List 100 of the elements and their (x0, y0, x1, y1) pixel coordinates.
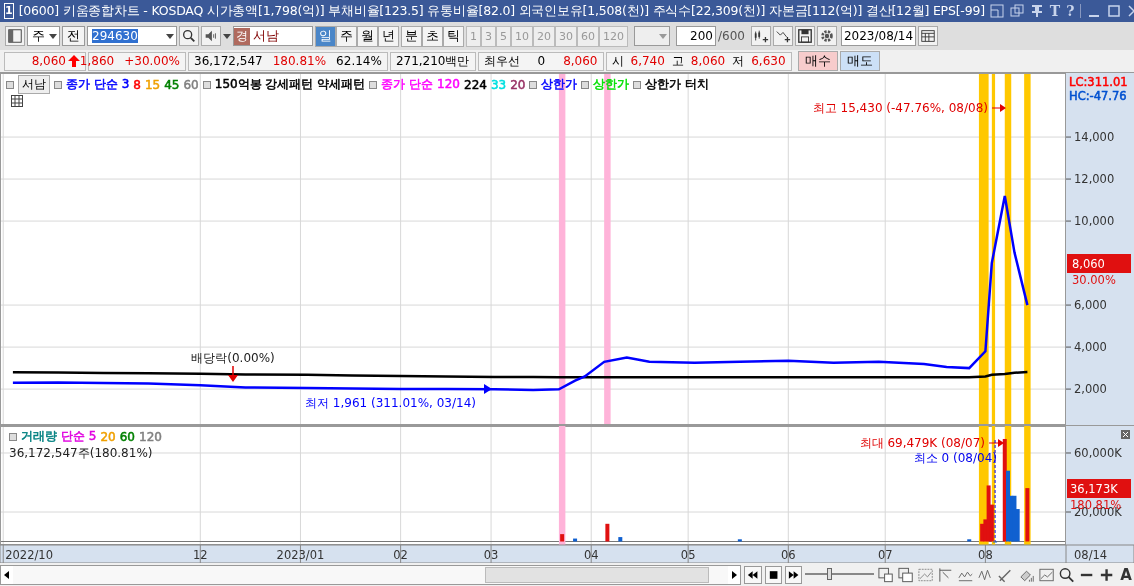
calendar-icon[interactable] (918, 26, 939, 46)
volume-bar (618, 537, 623, 542)
low-price: 6,630 (751, 54, 786, 68)
slider-thumb[interactable] (826, 567, 832, 580)
end-date-label: 08/14 (1074, 548, 1108, 562)
low-label: 저 (732, 52, 745, 70)
price-tag: 8,060 (1067, 254, 1131, 273)
grid-icon[interactable] (11, 95, 23, 107)
speaker-icon[interactable] (201, 26, 221, 46)
axis-label: 12,000 (1074, 172, 1115, 187)
rewind-icon[interactable] (744, 565, 762, 584)
layout-icon[interactable] (989, 4, 1004, 18)
title-bar-button[interactable]: T (1049, 3, 1061, 19)
pointer-arrow (988, 439, 1004, 447)
change-value: 1,860 (79, 54, 115, 68)
toggle-square-icon[interactable] (202, 80, 211, 89)
line-add-icon[interactable] (772, 26, 793, 46)
stock-name: 서남 (253, 27, 279, 45)
maximize-icon[interactable] (1107, 4, 1122, 18)
axis-label: 60,000K (1074, 446, 1122, 460)
best-bid-label: 최우선 (483, 52, 520, 70)
period-tab[interactable]: 틱 (443, 25, 464, 47)
toggle-square-icon[interactable] (369, 80, 378, 89)
period-tab[interactable]: 월 (357, 25, 378, 47)
toggle-square-icon[interactable] (9, 432, 17, 441)
period-tab[interactable]: 년 (378, 25, 399, 47)
volume-bar (560, 534, 565, 542)
period-tab[interactable]: 일 (315, 25, 336, 47)
stop-icon[interactable] (764, 565, 782, 584)
best-bid-price: 8,060 (563, 54, 598, 68)
axis-label: 14,000 (1074, 130, 1115, 145)
tick-marks (1065, 452, 1072, 513)
toggle-square-icon[interactable] (6, 80, 14, 89)
exchange-badge: 경 (234, 27, 250, 45)
low-price-label: 최저 1,961 (311.01%, 03/14) (305, 396, 476, 410)
volume-summary: 36,172,547주(180.81%) (9, 445, 154, 462)
change-rate: +30.00% (124, 54, 180, 68)
previous-button[interactable]: 전 (62, 26, 85, 46)
scroll-thumb[interactable] (485, 566, 709, 583)
axis-label: 06 (781, 548, 796, 562)
volume-bar (967, 539, 972, 542)
volume-bar (737, 539, 742, 542)
high-price: 8,060 (690, 54, 726, 68)
pin-icon[interactable] (1029, 4, 1044, 18)
legend-label: 15 (144, 77, 161, 92)
zoom-slider[interactable] (805, 566, 874, 583)
axis-label: 12 (193, 548, 208, 562)
toggle-square-icon[interactable] (54, 80, 62, 89)
legend-label: 224 (464, 77, 487, 92)
volume-rate: 180.81% (272, 54, 327, 68)
caret-icon[interactable] (223, 33, 231, 39)
axis-label: 04 (583, 548, 599, 562)
open-price: 6,740 (630, 54, 665, 68)
toggle-square-icon[interactable] (581, 80, 590, 89)
period-tab[interactable]: 초 (422, 25, 443, 47)
legend-label: 20 (510, 77, 526, 92)
change-rate-label: 30.00% (1072, 273, 1116, 287)
text-tool-button[interactable]: A (1118, 565, 1134, 584)
legend-label: 상한가 (541, 76, 578, 93)
settings-icon[interactable] (816, 26, 837, 46)
legend-label: 상한가 터치 (645, 76, 710, 93)
fast-forward-icon[interactable] (784, 565, 803, 584)
legend-label: 단순 5 (61, 428, 97, 445)
event-label: 배당락(0.00%) (191, 351, 275, 365)
stock-code-field[interactable]: 294630 (87, 26, 177, 46)
down-arrow (228, 365, 238, 382)
price-value: 8,060 (31, 54, 66, 68)
period-tab[interactable]: 분 (401, 25, 422, 47)
date-field[interactable]: 2023/08/14 (840, 26, 917, 46)
volume-tag: 36,173K (1067, 479, 1131, 498)
toggle-square-icon[interactable] (633, 80, 642, 89)
stock-name-field[interactable]: 경 서남 (233, 26, 313, 46)
search-icon[interactable] (1057, 565, 1076, 584)
axis-label: 6,000 (1074, 298, 1107, 313)
buy-button[interactable]: 매수 (797, 51, 838, 71)
count-field[interactable]: 200 (676, 26, 716, 46)
axis-stat-label: HC:-47.76 (1069, 89, 1127, 103)
scroll-right-icon[interactable] (728, 565, 741, 584)
pointer-arrow (991, 104, 1006, 112)
market-dropdown[interactable]: 주 (27, 26, 60, 46)
window-number-badge: 1 (4, 3, 14, 19)
title-bar-button[interactable]: ? (1066, 3, 1075, 19)
horizontal-scrollbar[interactable] (0, 564, 742, 585)
toggle-square-icon[interactable] (529, 80, 538, 89)
overlay-window-icon[interactable] (876, 565, 894, 584)
scroll-left-icon[interactable] (1, 565, 13, 584)
windows-icon[interactable] (1009, 4, 1024, 18)
axis-label: 2,000 (1074, 382, 1107, 397)
volume-bar (573, 538, 578, 542)
split-window-icon[interactable] (896, 565, 914, 584)
sell-button[interactable]: 매도 (839, 51, 880, 71)
candle-add-icon[interactable] (750, 26, 771, 46)
search-icon[interactable] (179, 26, 199, 46)
period-tab[interactable]: 주 (336, 25, 357, 47)
max-count-label: /600 (718, 29, 745, 43)
stock-name-tag: 서남 (18, 75, 50, 94)
save-icon[interactable] (794, 26, 815, 46)
interval-dropdown[interactable] (634, 26, 670, 46)
window-title: [0600] 키움종합차트 - KOSDAQ 시가총액[1,798(억)] 부채비율[123.5] 유통비율[82.0] 외국인보유[1,508(천)] 주식수[22,309(천)] 자본금[112(억)] 결산[12월] EPS[-99] (18, 2, 985, 20)
layout-toggle-icon[interactable] (5, 26, 25, 46)
